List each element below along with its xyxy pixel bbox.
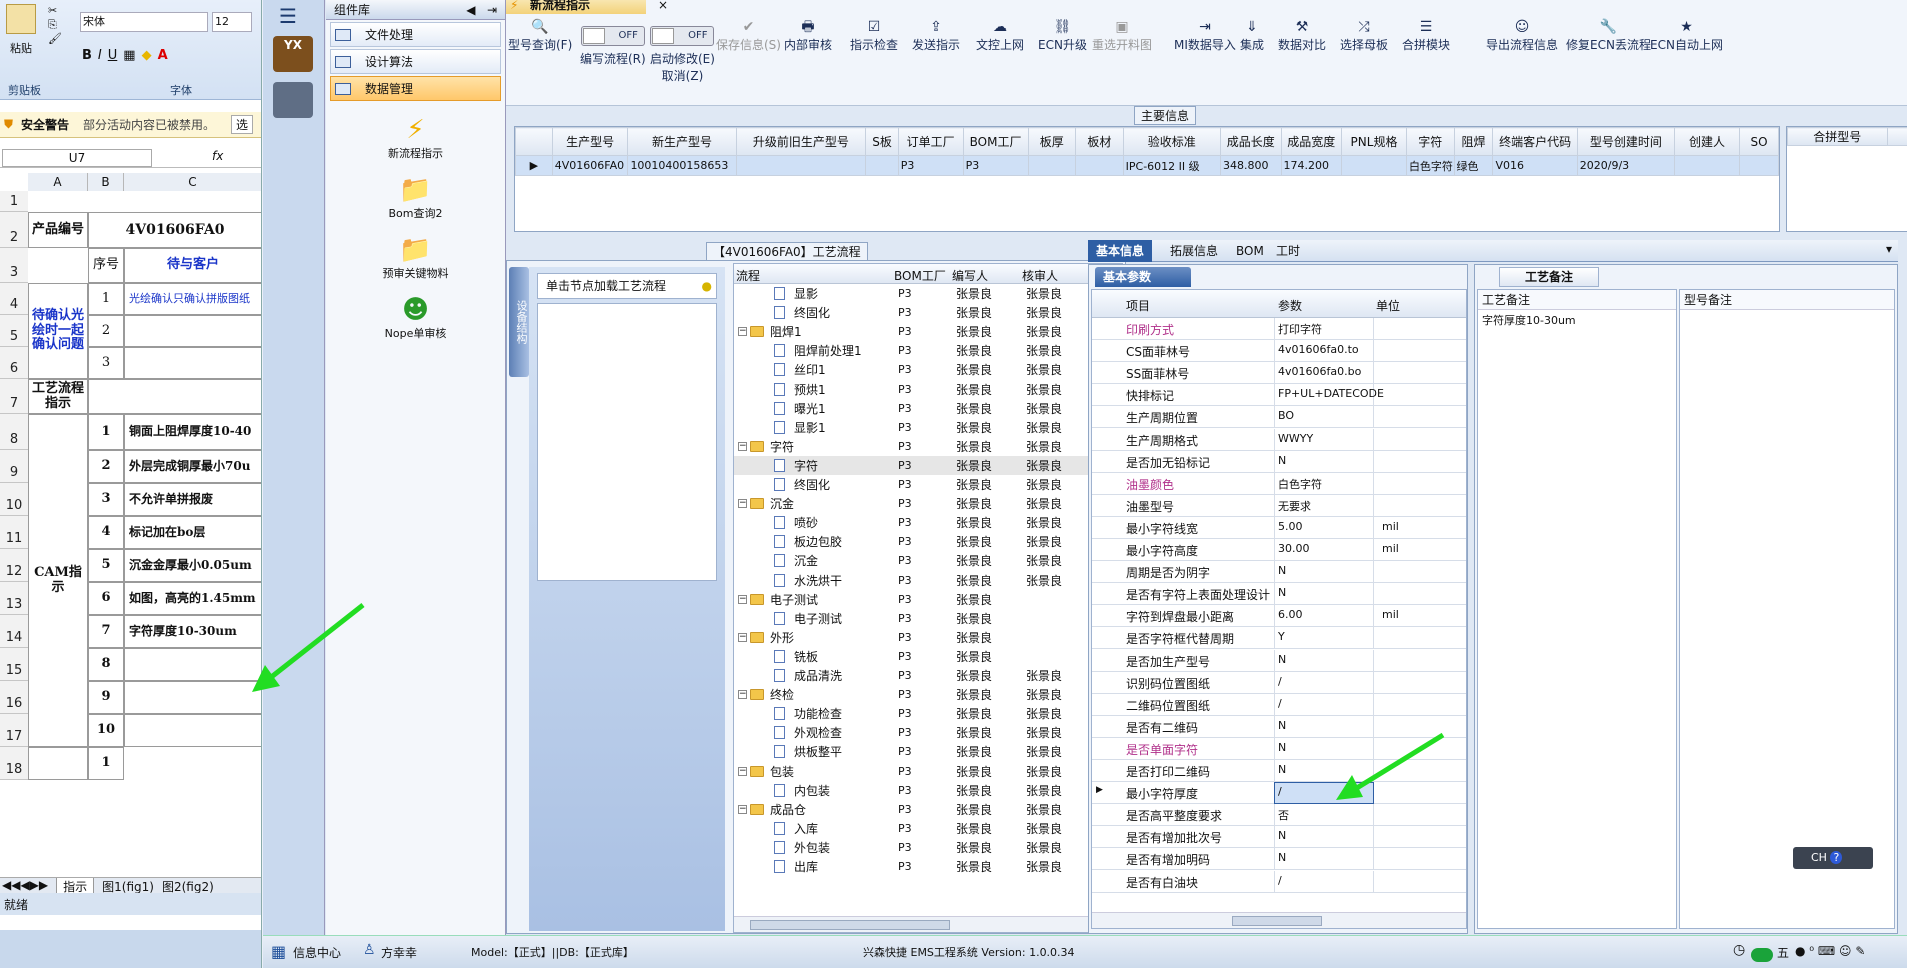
annotation-arrows <box>252 603 1445 800</box>
ems-app-window: ☰ YX 组件库 ◀ ⇥ 文件处理 设计算法 数据管理 ⚡ 新流程指示 📁 Bom查询2 📁 预… <box>252 0 1907 968</box>
arrow-params <box>1336 732 1445 800</box>
arrow-excel <box>252 603 365 692</box>
